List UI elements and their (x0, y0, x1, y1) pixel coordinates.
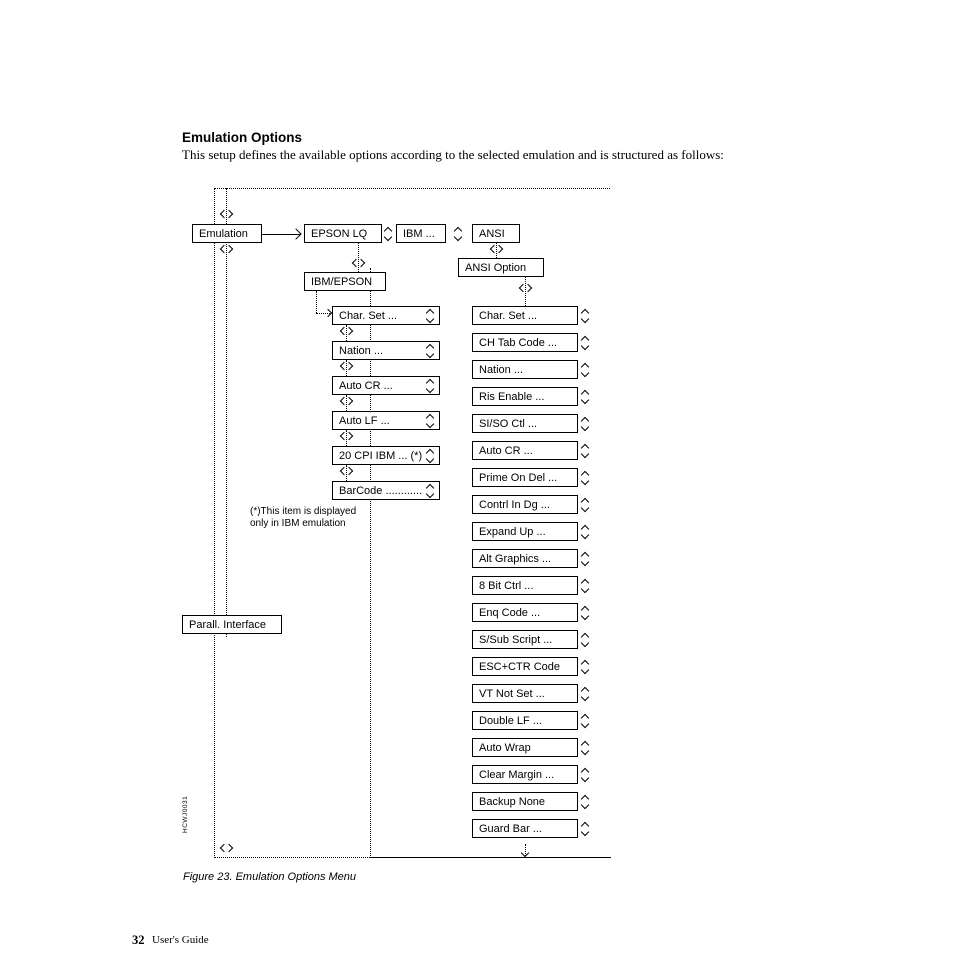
ansi-item: 8 Bit Ctrl ... (472, 576, 578, 595)
side-code: HCWJ0031 (182, 796, 189, 833)
box-ansi: ANSI (472, 224, 520, 243)
section-heading: Emulation Options (182, 130, 302, 145)
box-ibm: IBM ... (396, 224, 446, 243)
ansi-item: SI/SO Ctl ... (472, 414, 578, 433)
ansi-item: VT Not Set ... (472, 684, 578, 703)
ansi-item: Double LF ... (472, 711, 578, 730)
spine-line-top (226, 188, 227, 224)
ibm-item: BarCode ............ (332, 481, 440, 500)
box-emulation: Emulation (192, 224, 262, 243)
figure-caption: Figure 23. Emulation Options Menu (183, 871, 356, 883)
ansi-item: Contrl In Dg ... (472, 495, 578, 514)
ibm-item: Auto CR ... (332, 376, 440, 395)
ansi-item: Alt Graphics ... (472, 549, 578, 568)
ibm-item: Auto LF ... (332, 411, 440, 430)
ansi-item: Clear Margin ... (472, 765, 578, 784)
ansi-item: Enq Code ... (472, 603, 578, 622)
ibm-item: 20 CPI IBM ... (*) (332, 446, 440, 465)
ansi-drop-line-2 (525, 277, 526, 306)
section-intro: This setup defines the available options… (182, 147, 777, 163)
ansi-item: ESC+CTR Code (472, 657, 578, 676)
box-parall-interface: Parall. Interface (182, 615, 282, 634)
ansi-item: Ris Enable ... (472, 387, 578, 406)
ansi-item: Guard Bar ... (472, 819, 578, 838)
ansi-item: Backup None (472, 792, 578, 811)
ibm-item: Nation ... (332, 341, 440, 360)
ansi-item: Char. Set ... (472, 306, 578, 325)
footnote-line-1: (*)This item is displayed (250, 506, 356, 517)
ansi-item: Auto CR ... (472, 441, 578, 460)
ibm-drop-line (358, 243, 359, 272)
ibm-item: Char. Set ... (332, 306, 440, 325)
ansi-item: Auto Wrap (472, 738, 578, 757)
spine-line (226, 242, 227, 637)
ansi-item: S/Sub Script ... (472, 630, 578, 649)
menu-diagram: HCWJ0031 Emulation EPSON LQ IBM ... ANSI… (182, 188, 792, 858)
box-ansi-option: ANSI Option (458, 258, 544, 277)
ansi-item: Nation ... (472, 360, 578, 379)
footnote: (*)This item is displayed only in IBM em… (250, 506, 356, 530)
ansi-item: CH Tab Code ... (472, 333, 578, 352)
footer-guide: User's Guide (152, 934, 209, 946)
page-number: 32 (132, 933, 145, 948)
box-epson-lq: EPSON LQ (304, 224, 382, 243)
ansi-item: Prime On Del ... (472, 468, 578, 487)
footnote-line-2: only in IBM emulation (250, 518, 346, 529)
box-ibm-epson: IBM/EPSON (304, 272, 386, 291)
ansi-item: Expand Up ... (472, 522, 578, 541)
ibm-item-line-v (316, 291, 317, 313)
